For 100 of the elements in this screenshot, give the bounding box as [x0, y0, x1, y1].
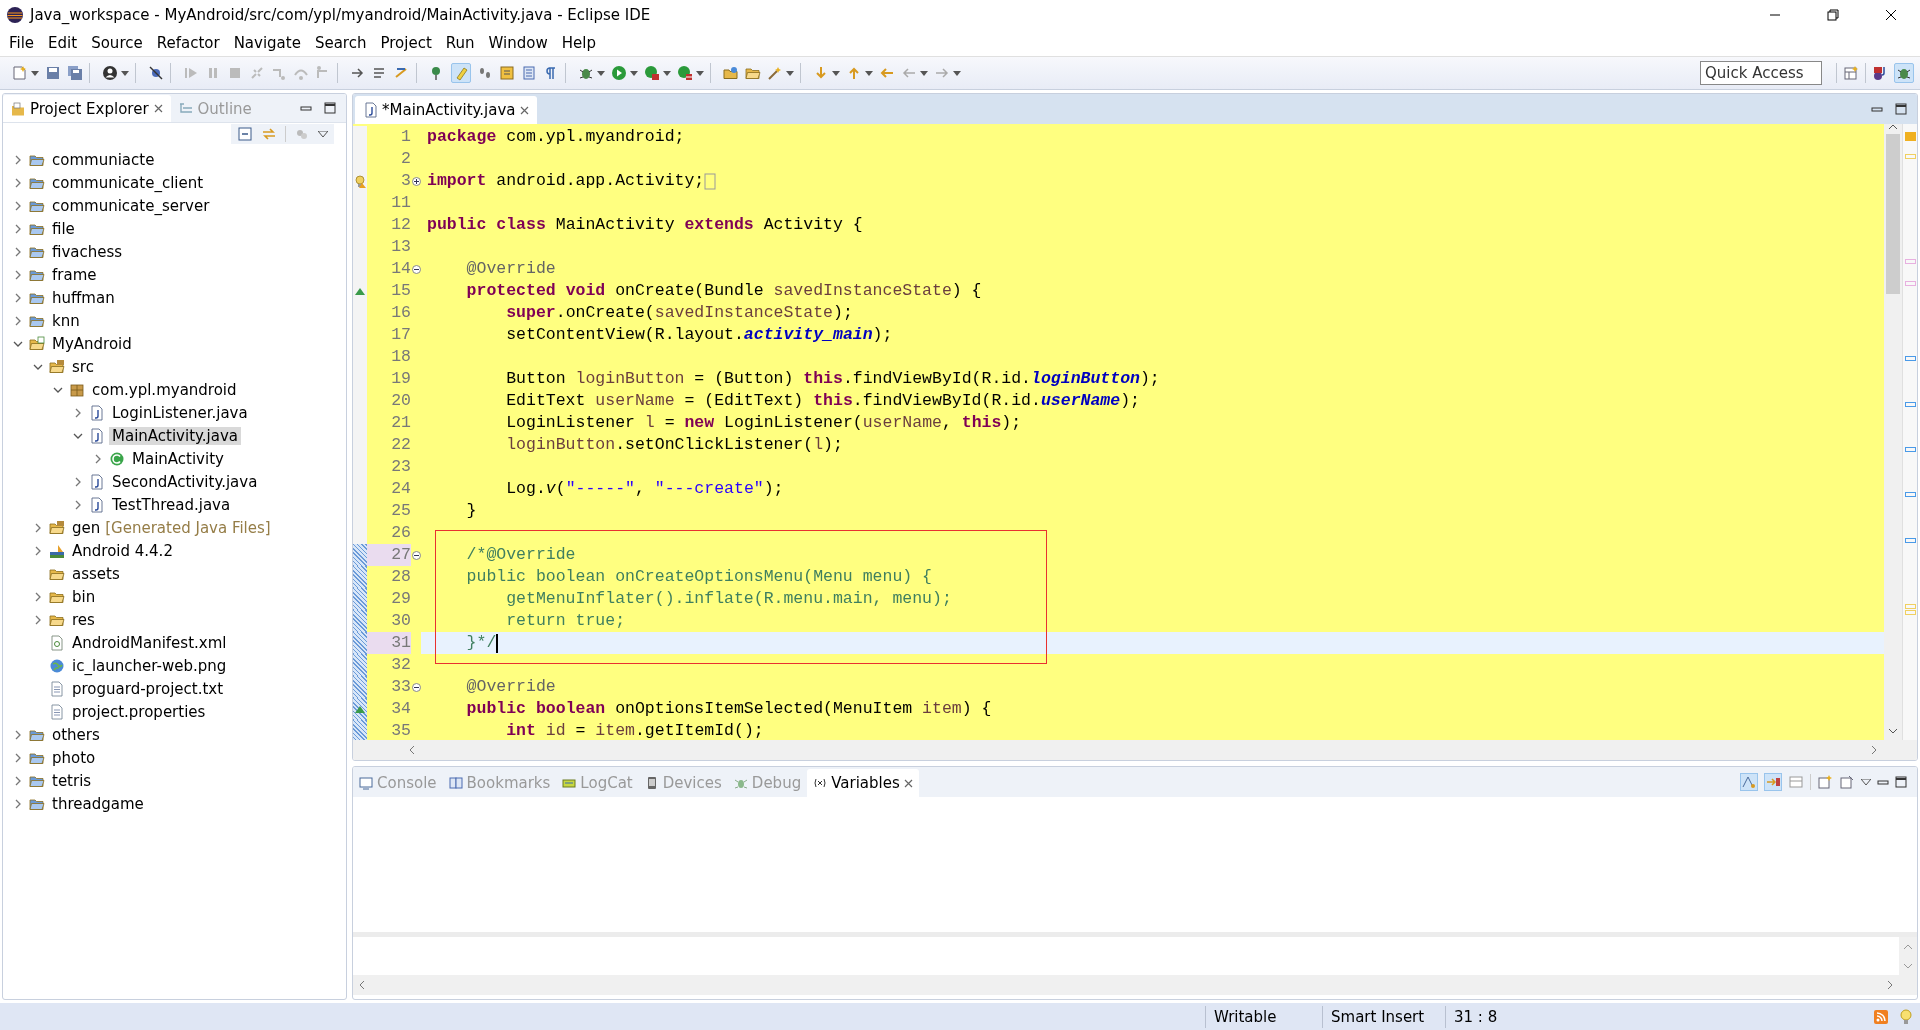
caret-icon[interactable] [696, 70, 704, 76]
tree-item[interactable]: LoginListener.java [109, 403, 251, 422]
tree-item[interactable]: gen [69, 518, 104, 537]
tree-item[interactable]: src [69, 357, 97, 376]
caret-icon[interactable] [630, 70, 638, 76]
scrollbar-thumb[interactable] [1886, 134, 1900, 294]
scroll-right-icon[interactable] [1871, 745, 1877, 755]
tree-item[interactable]: res [69, 610, 98, 629]
tree-item[interactable]: communiacte [49, 150, 158, 169]
expand-chevron-icon[interactable] [94, 452, 102, 465]
tree-item[interactable]: communicate_server [49, 196, 213, 215]
restore-icon[interactable] [1827, 9, 1839, 21]
expand-chevron-icon[interactable] [34, 590, 42, 603]
expand-chevron-icon[interactable] [14, 751, 22, 764]
tree-item[interactable]: ic_launcher-web.png [69, 656, 230, 675]
expand-chevron-icon[interactable] [34, 544, 42, 557]
show-type-names-icon[interactable] [1740, 773, 1758, 791]
editor-tab[interactable]: *MainActivity.java [355, 96, 538, 124]
open-type-icon[interactable] [723, 65, 739, 81]
new-view-icon[interactable] [1817, 774, 1833, 790]
maximize-icon[interactable] [1895, 776, 1907, 788]
menu-item[interactable]: Run [438, 34, 482, 52]
close-icon[interactable] [1885, 9, 1897, 21]
caret-icon[interactable] [663, 70, 671, 76]
next-annotation-icon[interactable] [499, 65, 515, 81]
tree-item[interactable]: frame [49, 265, 100, 284]
scroll-down-icon[interactable] [1888, 728, 1898, 734]
tree-item[interactable]: MainActivity.java [109, 426, 241, 445]
fold-minus-icon[interactable] [411, 550, 421, 560]
tree-item[interactable]: com.ypl.myandroid [89, 380, 240, 399]
menu-item[interactable]: File [2, 34, 42, 52]
fold-plus-icon[interactable] [411, 176, 421, 186]
expand-chevron-icon[interactable] [14, 199, 22, 212]
debug-perspective-icon[interactable] [1894, 63, 1914, 83]
collapse-all-icon[interactable] [237, 126, 253, 142]
view-menu-icon[interactable] [318, 131, 328, 137]
run-icon[interactable] [611, 65, 627, 81]
menu-item[interactable]: Edit [41, 34, 85, 52]
footprints-icon[interactable] [477, 65, 493, 81]
menu-item[interactable]: Navigate [226, 34, 308, 52]
save-icon[interactable] [45, 65, 61, 81]
expand-chevron-icon[interactable] [14, 176, 22, 189]
tree-item[interactable]: threadgame [49, 794, 147, 813]
scroll-up-icon[interactable] [1888, 124, 1898, 130]
view-menu-icon[interactable] [1861, 779, 1871, 785]
tree-item[interactable]: huffman [49, 288, 118, 307]
tree-item[interactable]: project.properties [69, 702, 209, 721]
view-tab[interactable]: Variables [807, 769, 919, 797]
view-tab[interactable]: Project Explorer [3, 95, 171, 122]
scroll-left-icon[interactable] [409, 745, 415, 755]
horizontal-scrollbar[interactable] [353, 740, 1917, 760]
fold-minus-icon[interactable] [411, 682, 421, 692]
show-logical-structure-icon[interactable] [1764, 773, 1782, 791]
tree-item[interactable]: assets [69, 564, 123, 583]
caret-icon[interactable] [31, 70, 39, 76]
tree-item[interactable]: fivachess [49, 242, 126, 261]
coverage-icon[interactable] [644, 65, 660, 81]
scroll-left-icon[interactable] [359, 980, 365, 990]
pin-view-icon[interactable] [1839, 774, 1855, 790]
caret-icon[interactable] [865, 70, 873, 76]
tree-item[interactable]: SecondActivity.java [109, 472, 261, 491]
skip-breakpoints-icon[interactable] [148, 65, 164, 81]
tree-item[interactable]: MyAndroid [49, 334, 135, 353]
tree-item[interactable]: Android 4.4.2 [69, 541, 176, 560]
expand-chevron-icon[interactable] [14, 245, 22, 258]
open-folder-icon[interactable] [745, 65, 761, 81]
vertical-scrollbar[interactable] [1884, 124, 1902, 740]
menu-item[interactable]: Window [481, 34, 555, 52]
caret-icon[interactable] [920, 70, 928, 76]
tree-item[interactable]: file [49, 219, 78, 238]
expand-chevron-icon[interactable] [74, 475, 82, 488]
menu-item[interactable]: Source [84, 34, 150, 52]
expand-chevron-icon[interactable] [14, 314, 22, 327]
tree-item[interactable]: TestThread.java [109, 495, 234, 514]
wand-icon[interactable] [767, 65, 783, 81]
quick-access-field[interactable]: Quick Access [1700, 61, 1822, 85]
expand-chevron-icon[interactable] [74, 498, 82, 511]
caret-icon[interactable] [832, 70, 840, 76]
expand-chevron-icon[interactable] [14, 268, 22, 281]
tree-item[interactable]: others [49, 725, 103, 744]
open-perspective-icon[interactable] [1843, 65, 1859, 81]
expand-chevron-icon[interactable] [34, 521, 42, 534]
expand-chevron-icon[interactable] [14, 797, 22, 810]
expand-chevron-icon[interactable] [14, 153, 22, 166]
tree-item[interactable]: communicate_client [49, 173, 207, 192]
scroll-right-icon[interactable] [1887, 980, 1893, 990]
expand-chevron-icon[interactable] [14, 774, 22, 787]
tree-item[interactable]: AndroidManifest.xml [69, 633, 230, 652]
maximize-icon[interactable] [1895, 103, 1907, 115]
menu-item[interactable]: Search [307, 34, 374, 52]
menu-item[interactable]: Refactor [149, 34, 227, 52]
expand-chevron-icon[interactable] [14, 222, 22, 235]
maximize-icon[interactable] [324, 102, 336, 114]
fold-minus-icon[interactable] [411, 264, 421, 274]
expand-chevron-icon[interactable] [34, 613, 42, 626]
menu-item[interactable]: Project [373, 34, 439, 52]
tree-item[interactable]: proguard-project.txt [69, 679, 227, 698]
horizontal-scrollbar[interactable] [353, 975, 1917, 995]
tree-item[interactable]: knn [49, 311, 83, 330]
caret-icon[interactable] [786, 70, 794, 76]
